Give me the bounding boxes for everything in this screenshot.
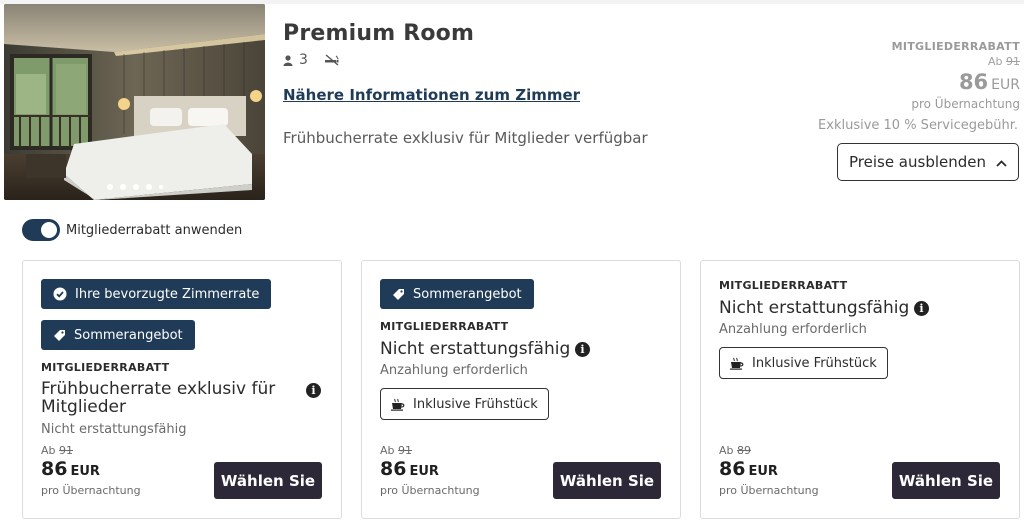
carousel-dot[interactable] [132, 184, 139, 190]
member-discount-badge: MITGLIEDERRABATT [891, 40, 1020, 53]
guest-count: 3 [299, 52, 308, 68]
price-amount: 86 [380, 458, 407, 480]
rate-name-line: Mitglieder [41, 397, 126, 417]
room-photo [4, 4, 265, 200]
select-rate-button[interactable]: Wählen Sie [892, 462, 1000, 499]
info-icon[interactable]: i [914, 301, 929, 316]
member-discount-toggle-row: Mitgliederrabatt anwenden [22, 219, 242, 241]
rate-conditions: Anzahlung erforderlich [380, 363, 528, 378]
chevron-up-icon [996, 153, 1007, 171]
room-description: Frühbucherrate exklusiv für Mitglieder v… [283, 129, 648, 147]
price-currency: EUR [70, 464, 100, 479]
rate-card: Sommerangebot MITGLIEDERRABATT Nicht ers… [361, 260, 681, 519]
member-discount-badge: MITGLIEDERRABATT [41, 361, 170, 374]
breakfast-included-badge: Inklusive Frühstück [719, 347, 888, 379]
info-icon[interactable]: i [306, 383, 321, 398]
member-discount-badge: MITGLIEDERRABATT [719, 279, 848, 292]
carousel-dot[interactable] [119, 184, 126, 190]
old-price: 91 [59, 444, 74, 457]
price-amount: 86 [41, 458, 68, 480]
price-amount: 86 [719, 458, 746, 480]
rate-price: 86 EUR [719, 458, 778, 480]
carousel-dot[interactable] [106, 184, 113, 190]
offer-tag: Sommerangebot [41, 320, 195, 350]
tag-label: Sommerangebot [74, 327, 183, 343]
rate-name-line: Frühbucherrate exklusiv für [41, 379, 276, 399]
room-photo-carousel[interactable] [4, 4, 265, 200]
from-label: Ab [987, 55, 1003, 68]
old-price: 91 [398, 444, 413, 457]
from-label: Ab [719, 444, 734, 457]
summary-per-night: pro Übernachtung [911, 97, 1020, 111]
select-rate-button[interactable]: Wählen Sie [214, 462, 322, 499]
room-meta: 3 [283, 52, 340, 68]
price-currency: EUR [409, 464, 439, 479]
breakfast-included-badge: Inklusive Frühstück [380, 388, 549, 420]
from-label: Ab [41, 444, 56, 457]
person-icon [283, 54, 293, 66]
price-currency: EUR [991, 77, 1020, 93]
tag-label: Ihre bevorzugte Zimmerrate [75, 286, 260, 302]
rate-conditions: Nicht erstattungsfähig [41, 422, 187, 437]
room-details-link[interactable]: Nähere Informationen zum Zimmer [283, 86, 580, 104]
offer-tag: Sommerangebot [380, 279, 534, 309]
rate-card: Ihre bevorzugte Zimmerrate Sommerangebot… [22, 260, 342, 519]
hide-prices-label: Preise ausblenden [848, 153, 987, 171]
service-fee-note: Exklusive 10 % Servicegebühr. [818, 118, 1018, 133]
member-discount-toggle-label: Mitgliederrabatt anwenden [66, 222, 243, 238]
price-currency: EUR [748, 464, 778, 479]
carousel-dot[interactable] [158, 185, 163, 189]
tag-label: Sommerangebot [413, 286, 522, 302]
rate-price: 86 EUR [41, 458, 100, 480]
rate-price: 86 EUR [380, 458, 439, 480]
info-icon[interactable]: i [575, 342, 590, 357]
old-price: 91 [1006, 55, 1020, 68]
carousel-dot[interactable] [145, 184, 152, 190]
carousel-dots[interactable] [4, 184, 265, 190]
summary-price: 86 EUR [959, 70, 1020, 94]
toggle-knob [41, 222, 57, 238]
breakfast-label: Inklusive Frühstück [752, 355, 877, 371]
breakfast-label: Inklusive Frühstück [413, 396, 538, 412]
no-smoking-icon [324, 54, 340, 66]
per-night-label: pro Übernachtung [41, 484, 141, 497]
rate-conditions: Anzahlung erforderlich [719, 322, 867, 337]
from-price: Ab 91 [41, 444, 73, 457]
tag-icon [392, 288, 405, 301]
hide-prices-button[interactable]: Preise ausblenden [837, 143, 1019, 181]
select-rate-button[interactable]: Wählen Sie [553, 462, 661, 499]
price-amount: 86 [958, 70, 989, 94]
tag-icon [53, 329, 66, 342]
coffee-cup-icon [391, 398, 405, 411]
from-price: Ab 89 [719, 444, 751, 457]
from-price: Ab 91 [380, 444, 412, 457]
member-discount-toggle[interactable] [22, 219, 60, 241]
preferred-rate-tag: Ihre bevorzugte Zimmerrate [41, 279, 272, 309]
from-label: Ab [380, 444, 395, 457]
rate-name: Nicht erstattungsfähig [380, 339, 571, 359]
summary-from-price: Ab 91 [988, 55, 1020, 68]
rate-name: Frühbucherrate exklusiv für Mitglieder [41, 380, 275, 416]
check-circle-icon [53, 287, 67, 301]
rate-name: Nicht erstattungsfähig [719, 298, 910, 318]
coffee-cup-icon [730, 357, 744, 370]
old-price: 89 [737, 444, 752, 457]
rate-card: MITGLIEDERRABATT Nicht erstattungsfähig … [700, 260, 1020, 519]
per-night-label: pro Übernachtung [380, 484, 480, 497]
per-night-label: pro Übernachtung [719, 484, 819, 497]
room-title: Premium Room [283, 21, 475, 46]
member-discount-badge: MITGLIEDERRABATT [380, 320, 509, 333]
